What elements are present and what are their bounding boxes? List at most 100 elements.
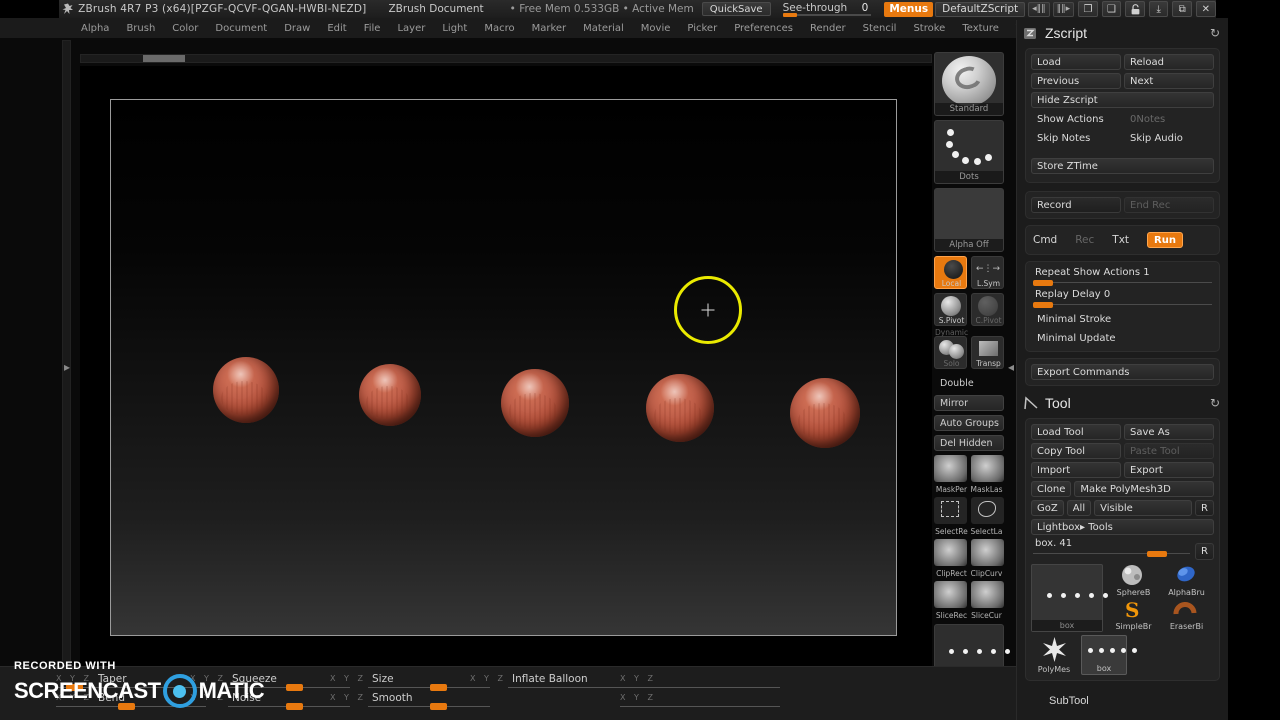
clipcurv-icon[interactable]	[971, 539, 1004, 566]
tool-item-knob[interactable]	[1146, 551, 1167, 557]
txt-button[interactable]: Txt	[1112, 234, 1129, 246]
local-symmetry-button[interactable]: Local	[934, 256, 967, 289]
slider-size-knob[interactable]	[430, 684, 447, 691]
menu-item-stroke[interactable]: Stroke	[906, 21, 952, 36]
tool-reset-icon[interactable]: ↻	[1210, 396, 1220, 410]
canvas-area[interactable]	[80, 66, 932, 666]
sphere-object-5[interactable]	[790, 378, 860, 448]
window-group-left-icon[interactable]: ❐	[1078, 1, 1098, 17]
repeat-show-actions-knob[interactable]	[1033, 280, 1053, 286]
record-button[interactable]: Record	[1031, 197, 1121, 213]
menu-item-light[interactable]: Light	[435, 21, 474, 36]
subtool-section-header[interactable]: SubTool	[1017, 689, 1228, 713]
zscript-name-label[interactable]: DefaultZScript	[935, 1, 1026, 17]
slider-size-xyz[interactable]: X Y Z	[330, 674, 366, 683]
menu-item-brush[interactable]: Brush	[119, 21, 162, 36]
slider-smooth-track[interactable]	[368, 706, 490, 707]
visible-r-button[interactable]: R	[1195, 500, 1214, 516]
cpivot-button[interactable]: C.Pivot	[971, 293, 1004, 326]
slider-size[interactable]: X Y Z Size	[330, 672, 490, 691]
current-brush-thumbnail[interactable]: Standard	[934, 52, 1004, 116]
tool-item-slider[interactable]: box. 41	[1031, 538, 1192, 558]
brush-sphereb[interactable]: SphereB	[1107, 564, 1160, 598]
cmd-button[interactable]: Cmd	[1033, 234, 1057, 246]
slider-xyz-extra-1[interactable]: X Y Z	[620, 672, 780, 688]
menu-item-movie[interactable]: Movie	[634, 21, 678, 36]
menu-item-edit[interactable]: Edit	[320, 21, 353, 36]
solo-button[interactable]: Solo	[934, 336, 967, 369]
slider-noise-knob[interactable]	[286, 703, 303, 710]
replay-delay-slider[interactable]: Replay Delay 0	[1031, 289, 1214, 309]
lock-icon[interactable]	[1125, 1, 1145, 17]
menu-item-texture[interactable]: Texture	[955, 21, 1006, 36]
selectre-icon[interactable]	[934, 497, 967, 524]
sphere-object-4[interactable]	[646, 374, 714, 442]
maskper-icon[interactable]	[934, 455, 967, 482]
nav-next-button[interactable]: ‖‖▸	[1052, 1, 1075, 17]
recent-tool-box[interactable]: box	[1081, 635, 1137, 675]
close-icon[interactable]: ✕	[1196, 1, 1216, 17]
tool-panel-header[interactable]: Tool ↻	[1017, 390, 1228, 416]
slider-smooth-knob[interactable]	[430, 703, 447, 710]
menu-item-layer[interactable]: Layer	[390, 21, 432, 36]
lightbox-tools-button[interactable]: Lightbox▸ Tools	[1031, 519, 1214, 535]
import-button[interactable]: Import	[1031, 462, 1121, 478]
menu-item-document[interactable]: Document	[208, 21, 274, 36]
sphere-object-3[interactable]	[501, 369, 569, 437]
zscript-reset-icon[interactable]: ↻	[1210, 26, 1220, 40]
menu-item-preferences[interactable]: Preferences	[727, 21, 800, 36]
brush-simplebr[interactable]: S SimpleBr	[1107, 598, 1160, 632]
repeat-show-actions-track[interactable]	[1033, 282, 1212, 283]
sphere-object-2[interactable]	[359, 364, 421, 426]
slider-extra2-xyz[interactable]: X Y Z	[620, 693, 656, 702]
current-stroke-thumbnail[interactable]: Dots	[934, 120, 1004, 184]
hide-zscript-button[interactable]: Hide Zscript	[1031, 92, 1214, 108]
menu-item-file[interactable]: File	[357, 21, 388, 36]
replay-delay-knob[interactable]	[1033, 302, 1053, 308]
mirror-button[interactable]: Mirror	[934, 395, 1004, 411]
slider-extra2-track[interactable]	[620, 706, 780, 707]
geometry-section-header[interactable]: Geometry	[1017, 713, 1228, 720]
menus-button[interactable]: Menus	[884, 1, 934, 17]
make-polymesh3d-button[interactable]: Make PolyMesh3D	[1074, 481, 1214, 497]
transp-button[interactable]: Transp	[971, 336, 1004, 369]
store-ztime-button[interactable]: Store ZTime	[1031, 158, 1214, 174]
menu-item-render[interactable]: Render	[803, 21, 853, 36]
menu-item-marker[interactable]: Marker	[525, 21, 574, 36]
menu-item-picker[interactable]: Picker	[680, 21, 724, 36]
right-tray-collapse-icon[interactable]: ◂	[1008, 360, 1014, 374]
minimal-update-button[interactable]: Minimal Update	[1031, 330, 1214, 346]
nav-prev-button[interactable]: ◂‖‖	[1028, 1, 1050, 17]
menu-item-draw[interactable]: Draw	[277, 21, 317, 36]
sphere-object-1[interactable]	[213, 357, 279, 423]
top-scrollbar[interactable]	[80, 54, 932, 63]
slider-squeeze-knob[interactable]	[286, 684, 303, 691]
replay-delay-track[interactable]	[1033, 304, 1212, 305]
current-alpha-thumbnail[interactable]: Alpha Off	[934, 188, 1004, 252]
del-hidden-button[interactable]: Del Hidden	[934, 435, 1004, 451]
quicksave-button[interactable]: QuickSave	[701, 2, 771, 16]
window-group-right-icon[interactable]: ❑	[1101, 1, 1122, 17]
menu-item-material[interactable]: Material	[576, 21, 631, 36]
slider-inflate-balloon-xyz[interactable]: X Y Z	[470, 674, 506, 683]
left-tray-strip[interactable]	[62, 40, 71, 666]
masklas-icon[interactable]	[971, 455, 1004, 482]
slider-smooth[interactable]: X Y Z Smooth	[330, 691, 490, 710]
brush-alphabru[interactable]: AlphaBru	[1160, 564, 1213, 598]
document-canvas[interactable]	[110, 99, 897, 636]
repeat-show-actions-slider[interactable]: Repeat Show Actions 1	[1031, 267, 1214, 287]
load-tool-button[interactable]: Load Tool	[1031, 424, 1121, 440]
menu-item-color[interactable]: Color	[165, 21, 205, 36]
tool-item-r-button[interactable]: R	[1195, 543, 1214, 560]
skip-notes-button[interactable]: Skip Notes	[1031, 130, 1121, 146]
slider-extra1-track[interactable]	[620, 687, 780, 688]
copy-tool-button[interactable]: Copy Tool	[1031, 443, 1121, 459]
slider-smooth-xyz[interactable]: X Y Z	[330, 693, 366, 702]
skip-audio-button[interactable]: Skip Audio	[1124, 130, 1214, 146]
show-actions-button[interactable]: Show Actions	[1031, 111, 1121, 127]
lsym-button[interactable]: ←⋮→ L.Sym	[971, 256, 1004, 289]
run-button[interactable]: Run	[1147, 232, 1183, 248]
slicecur-icon[interactable]	[971, 581, 1004, 608]
selectla-icon[interactable]	[971, 497, 1004, 524]
menu-item-stencil[interactable]: Stencil	[856, 21, 904, 36]
